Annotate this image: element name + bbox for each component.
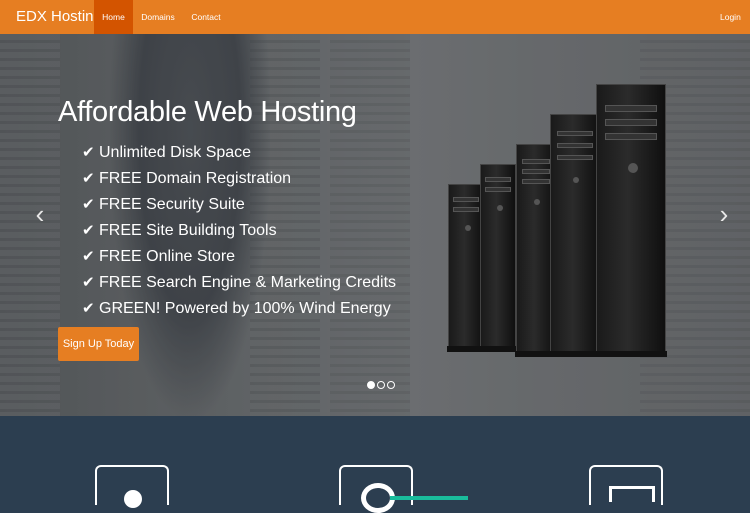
navbar: EDX Hosting Home Domains Contact Login bbox=[0, 0, 750, 34]
check-icon: ✔ bbox=[82, 222, 95, 239]
check-icon: ✔ bbox=[82, 274, 95, 291]
feature-item: ✔ GREEN! Powered by 100% Wind Energy bbox=[82, 296, 396, 322]
features-section bbox=[0, 416, 750, 513]
check-icon: ✔ bbox=[82, 300, 95, 317]
accent-line bbox=[390, 496, 468, 500]
nav-contact[interactable]: Contact bbox=[184, 0, 228, 34]
hero-carousel: Affordable Web Hosting ✔ Unlimited Disk S… bbox=[0, 34, 750, 416]
feature-item: ✔ FREE Online Store bbox=[82, 244, 396, 270]
feature-item: ✔ FREE Site Building Tools bbox=[82, 218, 396, 244]
server-towers-image bbox=[447, 84, 728, 357]
hero-title: Affordable Web Hosting bbox=[58, 96, 357, 128]
check-icon: ✔ bbox=[82, 170, 95, 187]
feature-item: ✔ FREE Domain Registration bbox=[82, 166, 396, 192]
carousel-indicators bbox=[367, 376, 397, 389]
carousel-dot[interactable] bbox=[367, 381, 375, 389]
carousel-dot[interactable] bbox=[377, 381, 385, 389]
feature-list: ✔ Unlimited Disk Space ✔ FREE Domain Regis… bbox=[82, 140, 396, 322]
check-icon: ✔ bbox=[82, 248, 95, 265]
feature-item: ✔ FREE Search Engine & Marketing Credits bbox=[82, 270, 396, 296]
brand-logo[interactable]: EDX Hosting bbox=[16, 0, 102, 34]
feature-item: ✔ FREE Security Suite bbox=[82, 192, 396, 218]
screen-icon bbox=[589, 465, 663, 505]
carousel-next-arrow-icon[interactable]: › bbox=[714, 199, 734, 229]
check-icon: ✔ bbox=[82, 144, 95, 161]
user-icon bbox=[95, 465, 169, 508]
carousel-prev-arrow-icon[interactable]: ‹ bbox=[30, 199, 50, 229]
nav-login[interactable]: Login bbox=[720, 0, 750, 34]
nav-home[interactable]: Home bbox=[94, 0, 133, 34]
carousel-dot[interactable] bbox=[387, 381, 395, 389]
feature-item: ✔ Unlimited Disk Space bbox=[82, 140, 396, 166]
nav-domains[interactable]: Domains bbox=[136, 0, 180, 34]
sign-up-button[interactable]: Sign Up Today bbox=[58, 327, 139, 361]
check-icon: ✔ bbox=[82, 196, 95, 213]
